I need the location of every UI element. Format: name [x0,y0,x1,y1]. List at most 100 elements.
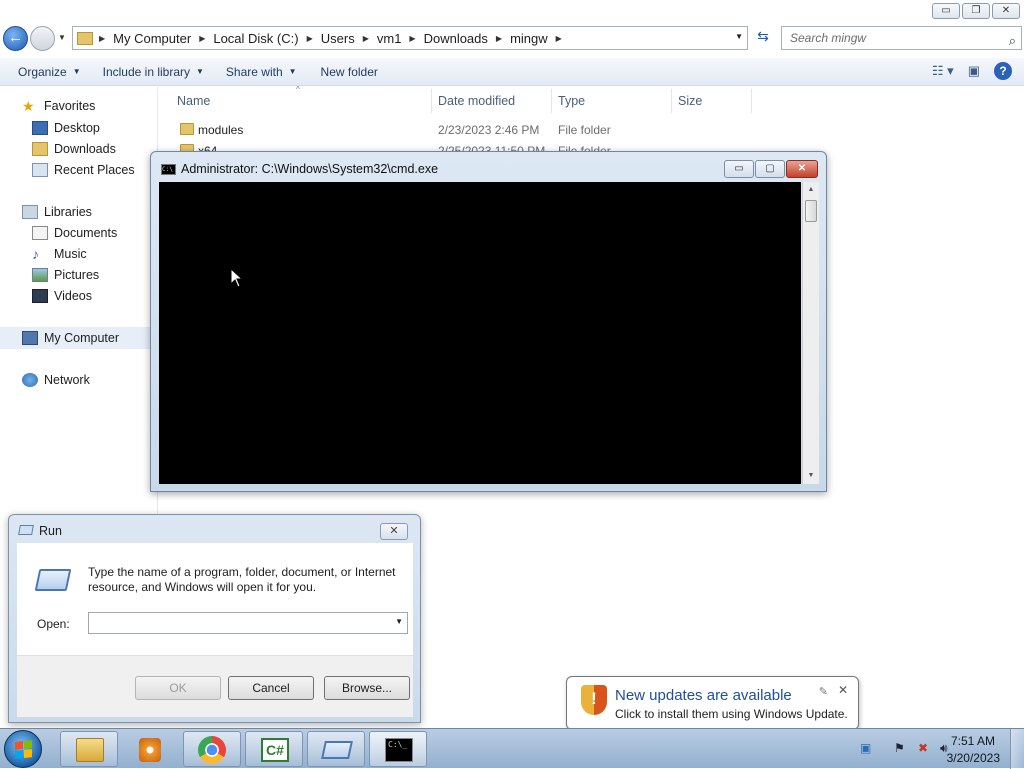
chevron-right-icon[interactable]: ▶ [556,34,562,43]
breadcrumb-local-disk[interactable]: Local Disk (C:) [213,31,298,46]
refresh-icon[interactable]: ⇆ [752,28,774,48]
nav-my-computer[interactable]: My Computer [22,331,119,345]
file-row[interactable]: modules 2/23/2023 2:46 PM File folder [160,121,760,141]
clock-date[interactable]: 3/20/2023 [947,751,1000,765]
cmd-scrollbar[interactable]: ▲ ▼ [802,182,819,484]
recent-pages-dropdown[interactable]: ▼ [58,33,66,42]
desktop-icon [32,121,48,135]
run-program-icon [34,569,72,591]
search-icon[interactable]: ⌕ [1009,30,1016,52]
back-button[interactable]: ← [3,26,28,51]
column-name[interactable]: Name [177,94,210,108]
breadcrumb-mingw[interactable]: mingw [510,31,548,46]
browse-button[interactable]: Browse... [324,676,410,700]
scroll-up-icon[interactable]: ▲ [803,182,819,198]
chevron-right-icon[interactable]: ▶ [496,34,502,43]
csharp-icon: C# [261,738,289,762]
ok-button[interactable]: OK [135,676,221,700]
column-size[interactable]: Size [678,94,702,108]
notification-text[interactable]: Click to install them using Windows Upda… [615,707,848,721]
cancel-button[interactable]: Cancel [228,676,314,700]
shield-warning-icon: ! [581,685,607,715]
chevron-right-icon[interactable]: ▶ [199,34,205,43]
taskbar-run-dialog[interactable] [307,731,365,767]
chevron-right-icon[interactable]: ▶ [363,34,369,43]
breadcrumb-vm1[interactable]: vm1 [377,31,402,46]
chevron-right-icon[interactable]: ▶ [409,34,415,43]
cmd-console[interactable] [159,182,801,484]
chevron-right-icon[interactable]: ▶ [99,34,105,43]
nav-favorites-label: Favorites [44,99,96,113]
scroll-down-icon[interactable]: ▼ [803,468,819,484]
taskbar: C# C:\_ ▣ ⚑ ✖ 🔊︎ 7:51 AM 3/20/2023 [0,728,1024,769]
chrome-icon [198,736,226,764]
taskbar-media-player[interactable] [121,731,179,767]
cmd-minimize-button[interactable]: ▭ [724,160,754,178]
libraries-icon [22,205,38,219]
toolbar-right: ☷ ▾ ▣ ? [932,62,1012,80]
column-divider[interactable] [431,89,432,113]
nav-documents-label: Documents [54,226,118,240]
show-desktop-button[interactable] [1010,729,1024,769]
nav-recent-places[interactable]: Recent Places [32,163,135,177]
cmd-maximize-button[interactable]: ▢ [755,160,785,178]
taskbar-chrome[interactable] [183,731,241,767]
column-divider[interactable] [551,89,552,113]
notification-title[interactable]: New updates are available [615,687,792,704]
cmd-close-button[interactable]: ✕ [786,160,818,178]
preview-pane-icon[interactable]: ▣ [968,63,980,79]
new-folder-button[interactable]: New folder [321,65,378,79]
minimize-button[interactable]: ▭ [932,3,960,19]
options-icon[interactable]: ✎ [819,685,828,698]
taskbar-file-explorer[interactable] [60,731,118,767]
chevron-down-icon[interactable]: ▼ [735,32,743,41]
breadcrumb-downloads[interactable]: Downloads [424,31,488,46]
column-divider[interactable] [751,89,752,113]
column-date-modified[interactable]: Date modified [438,94,515,108]
notification-close-button[interactable]: ✕ [838,683,848,697]
start-button[interactable] [4,730,42,768]
chevron-right-icon[interactable]: ▶ [307,34,313,43]
breadcrumb-my-computer[interactable]: My Computer [113,31,191,46]
scroll-thumb[interactable] [805,200,817,222]
chevron-down-icon[interactable]: ▼ [395,617,403,626]
column-divider[interactable] [671,89,672,113]
folder-icon [76,738,104,762]
clock-time[interactable]: 7:51 AM [951,734,995,748]
folder-icon [77,31,93,45]
search-input[interactable]: Search mingw ⌕ [781,26,1022,50]
maximize-button[interactable]: ❐ [962,3,990,19]
action-center-icon[interactable]: ⚑ [894,741,905,755]
network-disconnected-icon[interactable]: ✖ [918,741,928,755]
organize-menu[interactable]: Organize ▼ [18,65,81,79]
nav-libraries[interactable]: Libraries [22,205,92,219]
nav-network[interactable]: Network [22,373,90,387]
address-bar[interactable]: ▶ My Computer ▶ Local Disk (C:) ▶ Users … [72,26,748,50]
share-with-menu[interactable]: Share with ▼ [226,65,297,79]
change-view-icon[interactable]: ☷ ▾ [932,63,954,79]
cmd-title: Administrator: C:\Windows\System32\cmd.e… [181,162,439,176]
run-close-button[interactable]: ✕ [380,523,408,540]
nav-libraries-label: Libraries [44,205,92,219]
breadcrumb-users[interactable]: Users [321,31,355,46]
close-button[interactable]: ✕ [992,3,1020,19]
command-bar: Organize ▼ Include in library ▼ Share with… [0,58,1024,86]
help-icon[interactable]: ? [994,62,1012,80]
nav-videos[interactable]: Videos [32,289,92,303]
nav-pictures[interactable]: Pictures [32,268,99,282]
taskbar-command-prompt[interactable]: C:\_ [369,731,427,767]
nav-recent-places-label: Recent Places [54,163,135,177]
nav-desktop[interactable]: Desktop [32,121,100,135]
include-in-library-menu[interactable]: Include in library ▼ [103,65,204,79]
forward-button[interactable] [30,26,55,51]
nav-documents[interactable]: Documents [32,226,117,240]
nav-music[interactable]: ♪ Music [32,247,87,261]
windows-update-icon[interactable]: ▣ [860,741,871,755]
open-input[interactable]: ▼ [88,612,408,634]
nav-favorites[interactable]: ★ Favorites [22,99,95,113]
nav-downloads[interactable]: Downloads [32,142,116,156]
column-type[interactable]: Type [558,94,585,108]
taskbar-csharp-ide[interactable]: C# [245,731,303,767]
update-notification[interactable]: ! New updates are available Click to ins… [566,676,859,738]
file-type: File folder [558,123,611,137]
